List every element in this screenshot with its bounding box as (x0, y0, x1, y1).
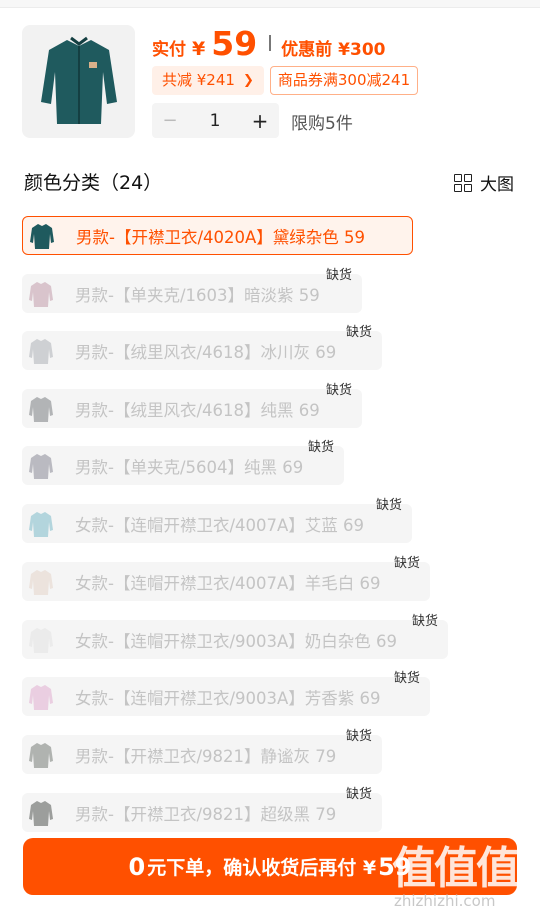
option-swatch-image (26, 624, 56, 655)
total-discount-badge[interactable]: 共减 ¥241 ❯ (152, 66, 264, 95)
original-price-label: 优惠前 (281, 40, 333, 60)
option-label: 女款-【连帽开襟卫衣/4007A】羊毛白 69 (75, 573, 381, 593)
price-divider (269, 35, 272, 51)
out-of-stock-tag: 缺货 (346, 787, 373, 802)
option-swatch-image (26, 566, 56, 597)
color-option[interactable]: 女款-【连帽开襟卫衣/9003A】奶白杂色 69 (22, 620, 448, 659)
out-of-stock-tag: 缺货 (346, 325, 373, 340)
actual-price: 59 (211, 24, 258, 63)
out-of-stock-tag: 缺货 (326, 383, 353, 398)
option-swatch-image (26, 393, 56, 424)
out-of-stock-tag: 缺货 (412, 614, 439, 629)
option-swatch-image (26, 681, 56, 712)
option-swatch-image (26, 335, 56, 366)
color-option[interactable]: 女款-【连帽开襟卫衣/4007A】羊毛白 69 (22, 562, 430, 601)
option-label: 女款-【连帽开襟卫衣/4007A】艾蓝 69 (75, 515, 365, 535)
color-option[interactable]: 女款-【连帽开襟卫衣/4007A】艾蓝 69 (22, 504, 412, 543)
color-option[interactable]: 男款-【绒里风衣/4618】冰川灰 69 (22, 331, 382, 370)
option-label: 男款-【开襟卫衣/9821】超级黑 79 (75, 804, 337, 824)
coupon-badge: 商品券满300减241 (269, 66, 419, 95)
out-of-stock-tag: 缺货 (376, 498, 403, 513)
option-label: 男款-【开襟卫衣/9821】静谧灰 79 (75, 746, 337, 766)
color-option[interactable]: 男款-【单夹克/1603】暗淡紫 59 (22, 274, 362, 313)
chevron-right-icon: ❯ (242, 73, 254, 88)
option-swatch-image (26, 450, 56, 481)
big-view-toggle[interactable]: 大图 (454, 170, 514, 195)
currency-symbol: ¥ (192, 38, 206, 60)
option-label: 女款-【连帽开襟卫衣/9003A】芳香紫 69 (75, 688, 381, 708)
actual-price-label: 实付 (152, 40, 186, 60)
quantity-value[interactable]: 1 (188, 111, 242, 131)
color-option[interactable]: 男款-【单夹克/5604】纯黑 69 (22, 446, 344, 485)
quantity-stepper: − 1 + (152, 103, 279, 138)
purchase-limit-text: 限购5件 (291, 114, 353, 134)
option-swatch-image (26, 508, 56, 539)
color-category-title: 颜色分类（24） (24, 172, 163, 194)
option-swatch-image (26, 797, 56, 828)
out-of-stock-tag: 缺货 (326, 268, 353, 283)
option-label: 男款-【单夹克/1603】暗淡紫 59 (75, 285, 320, 305)
product-thumbnail[interactable] (22, 25, 135, 138)
jacket-image (40, 36, 117, 124)
option-label: 男款-【开襟卫衣/4020A】黛绿杂色 59 (76, 227, 366, 247)
out-of-stock-tag: 缺货 (394, 671, 421, 686)
option-swatch-image (26, 739, 56, 770)
cta-text: 元下单，确认收货后再付 ¥ (147, 857, 377, 879)
option-label: 男款-【单夹克/5604】纯黑 69 (75, 457, 304, 477)
color-option[interactable]: 女款-【连帽开襟卫衣/9003A】芳香紫 69 (22, 677, 430, 716)
cta-zero: 0 (128, 852, 146, 881)
decrease-button[interactable]: − (152, 110, 188, 131)
color-option[interactable]: 男款-【开襟卫衣/4020A】黛绿杂色 59 (22, 216, 413, 255)
top-divider (0, 0, 540, 8)
out-of-stock-tag: 缺货 (346, 729, 373, 744)
option-label: 男款-【绒里风衣/4618】纯黑 69 (75, 400, 320, 420)
increase-button[interactable]: + (242, 109, 278, 133)
out-of-stock-tag: 缺货 (308, 440, 335, 455)
discount-row: 共减 ¥241 ❯ 商品券满300减241 (152, 66, 419, 95)
out-of-stock-tag: 缺货 (394, 556, 421, 571)
color-option[interactable]: 男款-【开襟卫衣/9821】超级黑 79 (22, 793, 382, 832)
option-label: 女款-【连帽开襟卫衣/9003A】奶白杂色 69 (75, 631, 398, 651)
grid-icon (454, 173, 472, 192)
big-view-label: 大图 (480, 175, 514, 195)
color-option[interactable]: 男款-【绒里风衣/4618】纯黑 69 (22, 389, 362, 428)
option-label: 男款-【绒里风衣/4618】冰川灰 69 (75, 342, 337, 362)
color-option[interactable]: 男款-【开襟卫衣/9821】静谧灰 79 (22, 735, 382, 774)
total-discount-text: 共减 ¥241 (162, 71, 235, 89)
option-swatch-image (26, 278, 56, 309)
original-price: ¥300 (338, 40, 386, 60)
place-order-button[interactable]: 0 元下单，确认收货后再付 ¥ 59 (23, 838, 517, 895)
option-swatch-image (27, 220, 57, 251)
cta-amount: 59 (378, 852, 412, 881)
price-row: 实付 ¥ 59 优惠前 ¥300 (152, 24, 386, 63)
